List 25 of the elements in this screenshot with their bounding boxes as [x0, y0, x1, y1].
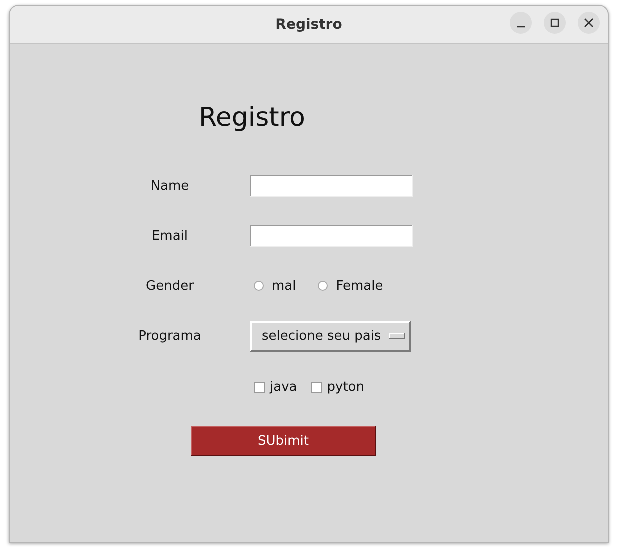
radio-label: Female [336, 278, 384, 294]
dropdown[interactable]: selecione seu pais [250, 320, 411, 352]
close-button[interactable] [578, 12, 600, 34]
input-field[interactable] [250, 225, 413, 247]
minimize-icon [516, 26, 526, 28]
field-label: Gender [145, 278, 195, 294]
dropdown-indicator-icon [389, 333, 405, 339]
window-title: Registro [276, 16, 342, 32]
field-label: Email [150, 228, 190, 244]
field-label: Name [150, 178, 190, 194]
maximize-icon [550, 18, 560, 28]
minimize-button[interactable] [510, 12, 532, 34]
input-field[interactable] [250, 175, 413, 197]
checkbox-label: pyton [327, 380, 364, 394]
submit-button[interactable]: SUbimit [191, 426, 376, 456]
checkbox-label: java [270, 380, 298, 394]
radio-option[interactable]: Female [318, 278, 384, 294]
close-icon [584, 18, 594, 28]
checkbox[interactable] [254, 382, 265, 392]
checkbox[interactable] [311, 382, 322, 392]
form-heading: Registro [199, 102, 306, 134]
radio-label: mal [272, 278, 296, 294]
radio-option[interactable]: mal [254, 278, 296, 294]
maximize-button[interactable] [544, 12, 566, 34]
field-label: Programa [138, 328, 202, 344]
